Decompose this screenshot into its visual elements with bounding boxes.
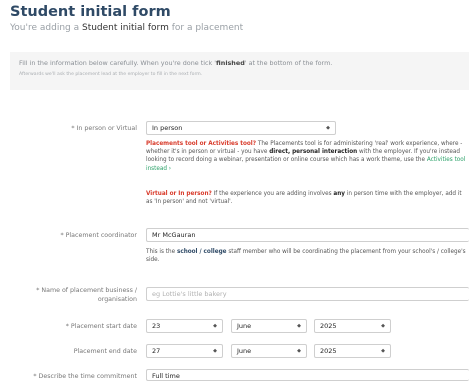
start-month-value: June [237,322,252,330]
instructions-note: Afterwards we'll ask the placement lead … [19,72,203,77]
coordinator-select[interactable]: Mr McGauran [146,228,469,242]
tool-help-title: Placements tool or Activities tool? [146,141,257,147]
instructions-line: Fill in the information below carefully.… [19,59,460,67]
end-month-select[interactable]: June ◆ [231,344,307,358]
commitment-label: * Describe the time commitment [33,373,137,380]
end-month-value: June [237,347,252,355]
start-year-select[interactable]: 2025 ◆ [314,319,391,333]
chevron-down-icon: ◆ [297,323,301,329]
subtitle-pre: You're adding a [10,23,82,33]
coordinator-help-emphasis: school / college [176,249,227,255]
instructions-pre: Fill in the information below carefully.… [19,59,217,67]
business-label: * Name of placement business / organisat… [36,287,137,303]
chevron-down-icon: ◆ [297,348,301,354]
business-name-input[interactable]: eg Lottie's little bakery [146,287,469,301]
coordinator-value: Mr McGauran [152,231,196,239]
instructions-finished: finished [216,59,245,67]
page-subtitle: You're adding a Student initial form for… [10,23,243,33]
instructions-post: ' at the bottom of the form. [244,59,333,67]
virtual-help-emphasis: any [333,191,346,197]
chevron-down-icon: ◆ [213,348,217,354]
coordinator-help-part1: This is the [146,249,177,255]
start-month-select[interactable]: June ◆ [231,319,307,333]
start-day-select[interactable]: 23 ◆ [146,319,223,333]
chevron-down-icon: ◆ [381,323,385,329]
start-date-label: * Placement start date [65,323,137,330]
start-year-value: 2025 [320,322,337,330]
mode-value: In person [152,124,183,132]
page-title: Student initial form [10,4,171,20]
chevron-down-icon: ◆ [326,125,330,131]
virtual-help-title: Virtual or In person? [146,191,212,197]
end-day-value: 27 [152,347,161,355]
virtual-help-part1: If the experience you are adding involve… [211,191,334,197]
mode-label: * In person or Virtual [71,125,137,132]
end-year-value: 2025 [320,347,337,355]
end-date-label: Placement end date [73,348,137,355]
tool-help-text: Placements tool or Activities tool? The … [146,140,469,182]
start-day-value: 23 [152,322,161,330]
virtual-help-text: Virtual or In person? If the experience … [146,190,469,208]
end-day-select[interactable]: 27 ◆ [146,344,223,358]
mode-select[interactable]: In person ◆ [146,121,336,135]
chevron-down-icon: ◆ [213,323,217,329]
coordinator-label: * Placement coordinator [60,232,137,239]
subtitle-post: for a placement [168,23,244,33]
end-year-select[interactable]: 2025 ◆ [314,344,391,358]
chevron-down-icon: ◆ [381,348,385,354]
subtitle-form-name: Student initial form [81,23,169,33]
commitment-select[interactable]: Full time [146,369,469,381]
instructions-box: Fill in the information below carefully.… [10,52,469,90]
commitment-value: Full time [152,372,180,380]
tool-help-emphasis: direct, personal interaction [269,149,358,156]
coordinator-help-text: This is the school / college staff membe… [146,248,469,266]
